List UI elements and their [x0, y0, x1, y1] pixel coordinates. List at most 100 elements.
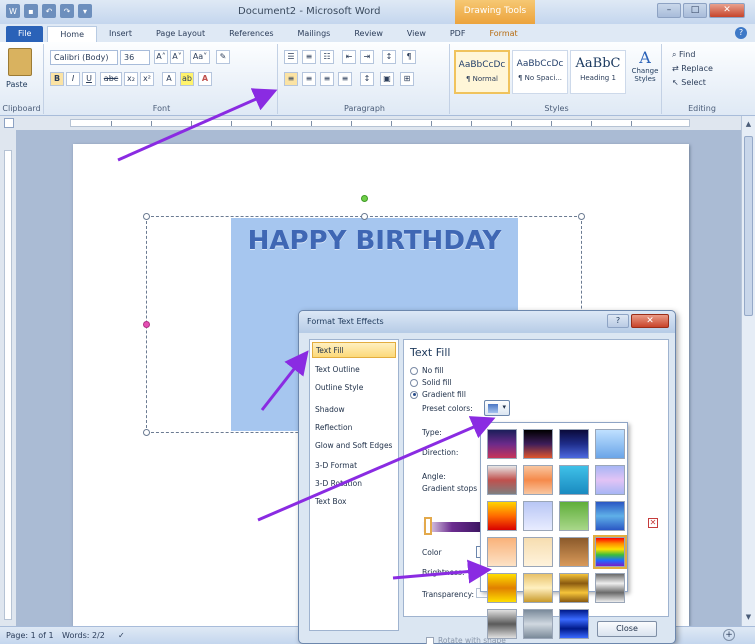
align-left-icon[interactable]: ≡ [284, 72, 298, 86]
bold-button[interactable]: B [50, 72, 64, 86]
tab-selector[interactable] [4, 118, 14, 128]
show-marks-button[interactable]: ¶ [402, 50, 416, 64]
tab-file[interactable]: File [6, 26, 44, 42]
preset-swatch-5[interactable] [487, 465, 517, 495]
gradient-stop-handle[interactable] [424, 517, 432, 535]
rotate-checkbox[interactable] [426, 636, 434, 644]
preset-swatch-15[interactable] [559, 537, 589, 567]
grow-font-button[interactable]: A˄ [154, 50, 168, 64]
increase-indent-icon[interactable]: ⇥ [360, 50, 374, 64]
tab-review[interactable]: Review [342, 26, 395, 42]
preset-swatch-13[interactable] [487, 537, 517, 567]
resize-handle-top-left[interactable] [143, 213, 150, 220]
preset-swatch-12[interactable] [595, 501, 625, 531]
line-spacing-icon[interactable]: ↕ [360, 72, 374, 86]
preset-swatch-10[interactable] [523, 501, 553, 531]
category-text-outline[interactable]: Text Outline [312, 362, 396, 378]
preset-swatch-16[interactable] [593, 535, 627, 569]
page-count[interactable]: Page: 1 of 1 [6, 631, 54, 640]
align-right-icon[interactable]: ≡ [320, 72, 334, 86]
close-window-button[interactable]: ✕ [709, 3, 745, 18]
subscript-button[interactable]: x₂ [124, 72, 138, 86]
category-reflection[interactable]: Reflection [312, 420, 396, 436]
preset-colors-button[interactable]: ▾ [484, 400, 510, 416]
font-size-select[interactable]: 36 [120, 50, 150, 65]
radio-solid-fill[interactable]: Solid fill [410, 378, 452, 387]
paste-icon[interactable] [8, 48, 32, 76]
preset-swatch-18[interactable] [523, 573, 553, 603]
category-3d-rotation[interactable]: 3-D Rotation [312, 476, 396, 492]
highlight-icon[interactable]: ab [180, 72, 194, 86]
category-outline-style[interactable]: Outline Style [312, 380, 396, 396]
style-normal[interactable]: AaBbCcDc ¶ Normal [454, 50, 510, 94]
category-glow[interactable]: Glow and Soft Edges [312, 438, 396, 454]
tab-insert[interactable]: Insert [97, 26, 144, 42]
preset-swatch-19[interactable] [559, 573, 589, 603]
tab-view[interactable]: View [395, 26, 438, 42]
vertical-scrollbar[interactable]: ▲ ▼ [741, 116, 755, 626]
tab-page-layout[interactable]: Page Layout [144, 26, 217, 42]
tab-pdf[interactable]: PDF [438, 26, 478, 42]
preset-swatch-6[interactable] [523, 465, 553, 495]
superscript-button[interactable]: x² [140, 72, 154, 86]
clear-formatting-icon[interactable]: ✎ [216, 50, 230, 64]
text-effects-icon[interactable]: A [162, 72, 176, 86]
undo-icon[interactable]: ↶ [42, 4, 56, 18]
replace-button[interactable]: ⇄ Replace [672, 64, 713, 73]
preset-swatch-22[interactable] [523, 609, 553, 639]
italic-button[interactable]: I [66, 72, 80, 86]
preset-swatch-9[interactable] [487, 501, 517, 531]
align-center-icon[interactable]: ≡ [302, 72, 316, 86]
font-name-select[interactable]: Calibri (Body) [50, 50, 118, 65]
preset-swatch-4[interactable] [595, 429, 625, 459]
preset-swatch-8[interactable] [595, 465, 625, 495]
resize-handle-top-right[interactable] [578, 213, 585, 220]
style-no-spacing[interactable]: AaBbCcDc ¶ No Spaci... [512, 50, 568, 94]
bullets-icon[interactable]: ☰ [284, 50, 298, 64]
remove-stop-icon[interactable]: ✕ [648, 518, 658, 528]
preset-swatch-21[interactable] [487, 609, 517, 639]
shrink-font-button[interactable]: A˅ [170, 50, 184, 64]
preset-swatch-2[interactable] [523, 429, 553, 459]
preset-swatch-3[interactable] [559, 429, 589, 459]
justify-icon[interactable]: ≡ [338, 72, 352, 86]
preset-swatch-11[interactable] [559, 501, 589, 531]
scroll-up-icon[interactable]: ▲ [744, 120, 753, 129]
change-styles-button[interactable]: A Change Styles [630, 48, 660, 98]
maximize-button[interactable]: □ [683, 3, 707, 18]
word-count[interactable]: Words: 2/2 [62, 631, 105, 640]
find-button[interactable]: ⌕ Find [672, 50, 695, 60]
radio-no-fill[interactable]: No fill [410, 366, 443, 375]
underline-button[interactable]: U [82, 72, 96, 86]
resize-handle-top[interactable] [361, 213, 368, 220]
rotate-handle[interactable] [361, 195, 368, 202]
strikethrough-button[interactable]: abc [100, 72, 122, 86]
minimize-button[interactable]: – [657, 3, 681, 18]
wordart-text[interactable]: HAPPY BIRTHDAY [231, 226, 518, 256]
preset-swatch-17[interactable] [487, 573, 517, 603]
change-case-button[interactable]: Aa˅ [190, 50, 210, 64]
dialog-title-bar[interactable]: Format Text Effects ? ✕ [299, 311, 675, 333]
word-logo-icon[interactable]: W [6, 4, 20, 18]
preset-swatch-7[interactable] [559, 465, 589, 495]
shading-icon[interactable]: ▣ [380, 72, 394, 86]
preset-swatch-20[interactable] [595, 573, 625, 603]
dialog-close-button[interactable]: Close [597, 621, 657, 637]
category-text-box[interactable]: Text Box [312, 494, 396, 510]
vertical-ruler[interactable] [0, 130, 16, 626]
font-color-button[interactable]: A [198, 72, 212, 86]
preset-swatch-23[interactable] [559, 609, 589, 639]
tab-mailings[interactable]: Mailings [286, 26, 343, 42]
decrease-indent-icon[interactable]: ⇤ [342, 50, 356, 64]
dialog-help-icon[interactable]: ? [607, 314, 629, 328]
category-text-fill[interactable]: Text Fill [312, 342, 396, 358]
tab-references[interactable]: References [217, 26, 285, 42]
scroll-thumb[interactable] [744, 136, 753, 316]
scroll-down-icon[interactable]: ▼ [744, 613, 753, 622]
dialog-close-icon[interactable]: ✕ [631, 314, 669, 328]
borders-icon[interactable]: ⊞ [400, 72, 414, 86]
help-icon[interactable]: ? [735, 27, 747, 39]
tab-home[interactable]: Home [47, 26, 98, 42]
style-heading-1[interactable]: AaBbC Heading 1 [570, 50, 626, 94]
horizontal-ruler[interactable] [0, 116, 755, 130]
